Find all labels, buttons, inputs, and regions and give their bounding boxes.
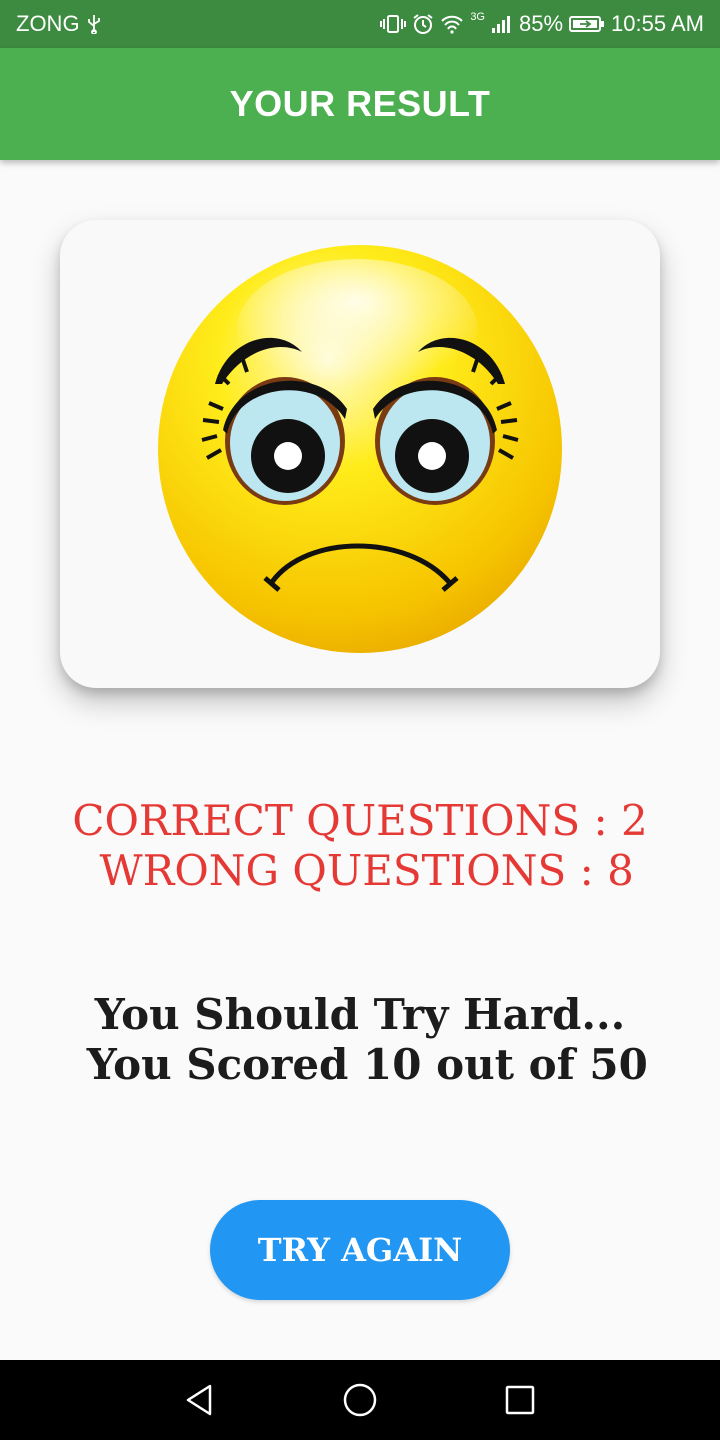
score-summary: CORRECT QUESTIONS : 2 WRONG QUESTIONS : …	[0, 796, 720, 896]
status-bar: ZONG 3G 85% 10:55 AM	[0, 0, 720, 48]
battery-icon	[569, 14, 605, 34]
correct-questions-label: CORRECT QUESTIONS : 2	[72, 796, 648, 845]
usb-icon	[86, 14, 102, 34]
clock-time: 10:55 AM	[611, 11, 704, 36]
network-type-label: 3G	[470, 11, 485, 23]
navigation-bar	[0, 1360, 720, 1440]
app-bar: YOUR RESULT	[0, 48, 720, 160]
carrier-label: ZONG	[16, 11, 80, 36]
home-icon[interactable]	[340, 1380, 380, 1420]
page-title: YOUR RESULT	[229, 83, 491, 124]
result-message: You Should Try Hard... You Scored 10 out…	[0, 990, 720, 1090]
sad-face-emoji-icon	[158, 245, 562, 653]
recents-icon[interactable]	[500, 1380, 540, 1420]
encouragement-text: You Should Try Hard...	[94, 990, 626, 1039]
signal-icon	[491, 14, 513, 34]
result-image-card	[60, 220, 660, 688]
score-text: You Scored 10 out of 50	[72, 1040, 648, 1089]
alarm-icon	[412, 13, 434, 35]
back-icon[interactable]	[180, 1380, 220, 1420]
try-again-button[interactable]: TRY AGAIN	[210, 1200, 510, 1300]
battery-percent: 85%	[519, 11, 564, 36]
vibrate-icon	[380, 14, 407, 34]
wrong-questions-label: WRONG QUESTIONS : 8	[86, 846, 634, 895]
wifi-icon	[440, 14, 464, 34]
